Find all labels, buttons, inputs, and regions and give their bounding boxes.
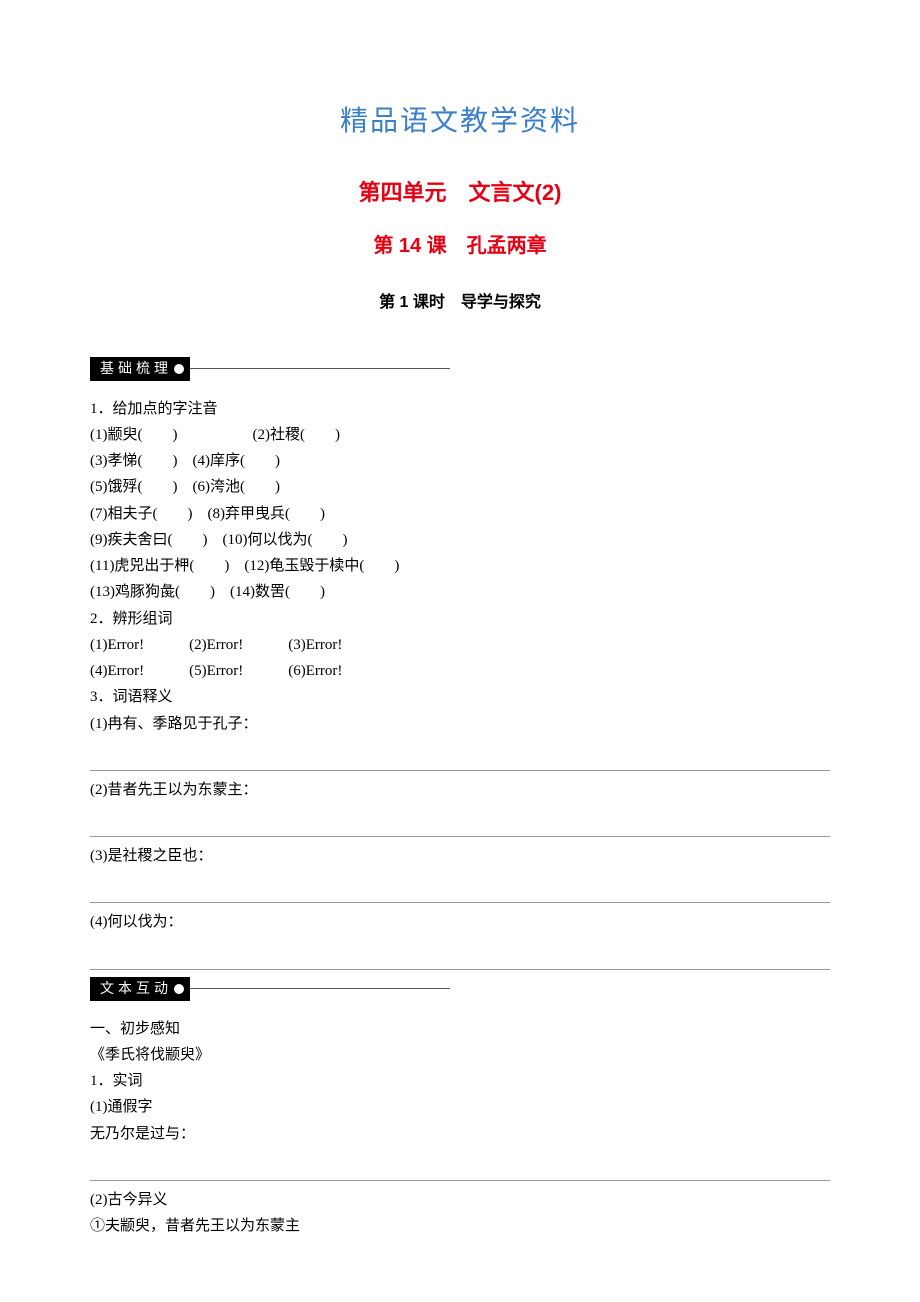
dot-icon [174,984,184,994]
q1-item: (3)孝悌( ) (4)庠序( ) [90,448,830,474]
q3-item: (2)昔者先王以为东蒙主： [90,777,830,803]
q3-title: 3．词语释义 [90,684,830,710]
q1-title: 1．给加点的字注音 [90,396,830,422]
q1-item: (13)鸡豚狗彘( ) (14)数罟( ) [90,579,830,605]
banner-text-text: 文本互动 [100,977,172,999]
answer-blank [90,881,830,903]
text-q1-title: 1．实词 [90,1068,830,1094]
banner-line [190,368,450,369]
banner-basic: 基础梳理 [90,356,830,382]
q1-item: (1)颛臾( ) (2)社稷( ) [90,422,830,448]
banner-text-label: 文本互动 [90,977,190,1001]
answer-blank [90,948,830,970]
q3-item: (3)是社稷之臣也： [90,843,830,869]
answer-blank [90,1159,830,1181]
lesson-subtitle: 第 1 课时 导学与探究 [90,290,830,316]
text-q1-sub2: (2)古今异义 [90,1187,830,1213]
main-title: 精品语文教学资料 [90,100,830,145]
q3-item: (4)何以伐为： [90,909,830,935]
banner-line [190,988,450,989]
text-h2: 《季氏将伐颛臾》 [90,1042,830,1068]
banner-basic-label: 基础梳理 [90,357,190,381]
q1-item: (5)饿殍( ) (6)洿池( ) [90,474,830,500]
q2-title: 2．辨形组词 [90,606,830,632]
dot-icon [174,364,184,374]
q2-line: (4)Error! (5)Error! (6)Error! [90,658,830,684]
q3-item: (1)冉有、季路见于孔子： [90,711,830,737]
lesson-title: 第 14 课 孔孟两章 [90,230,830,262]
text-q1-item1: 无乃尔是过与： [90,1121,830,1147]
text-h1: 一、初步感知 [90,1016,830,1042]
text-q1-item2: ①夫颛臾，昔者先王以为东蒙主 [90,1213,830,1239]
text-q1-sub1: (1)通假字 [90,1094,830,1120]
banner-basic-text: 基础梳理 [100,357,172,379]
answer-blank [90,749,830,771]
q2-line: (1)Error! (2)Error! (3)Error! [90,632,830,658]
q1-item: (7)相夫子( ) (8)弃甲曳兵( ) [90,501,830,527]
unit-title: 第四单元 文言文(2) [90,175,830,210]
q1-item: (11)虎兕出于柙( ) (12)龟玉毁于椟中( ) [90,553,830,579]
banner-text: 文本互动 [90,976,830,1002]
answer-blank [90,815,830,837]
q1-item: (9)疾夫舍曰( ) (10)何以伐为( ) [90,527,830,553]
